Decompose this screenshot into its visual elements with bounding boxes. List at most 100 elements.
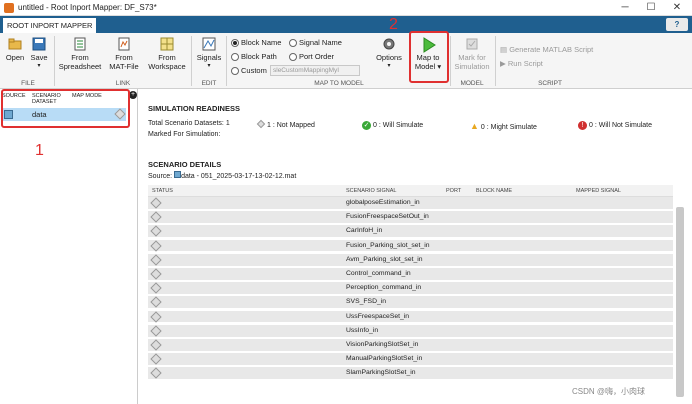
scenario-signal-name: globalposeEstimation_in	[346, 199, 420, 206]
not-mapped-count: 1 : Not Mapped	[256, 119, 315, 129]
details-title: SCENARIO DETAILS	[148, 160, 222, 169]
scenario-signal-name: Fusion_Parking_slot_set_in	[346, 241, 430, 249]
from-workspace-button[interactable]: From Workspace	[145, 37, 189, 71]
gear-icon	[382, 37, 396, 51]
radio-port-order[interactable]: Port Order	[289, 52, 334, 61]
not-mapped-status-icon	[150, 254, 162, 266]
will-simulate-count: ✓ 0 : Will Simulate	[362, 121, 424, 130]
save-dropdown-icon[interactable]: ▾	[28, 62, 50, 71]
scenario-signal-name: VisionParkingSlotSet_in	[346, 341, 419, 348]
from-workspace-label-2: Workspace	[148, 62, 186, 71]
not-mapped-status-icon	[150, 268, 162, 280]
port-order-label: Port Order	[299, 52, 335, 62]
divider	[54, 36, 55, 86]
radio-indicator	[231, 52, 239, 61]
not-mapped-status-icon	[150, 225, 162, 238]
not-mapped-status-icon	[150, 367, 162, 380]
app-icon	[4, 3, 14, 13]
help-icon: ?	[674, 20, 680, 29]
table-row[interactable]: Perception_command_in	[148, 282, 673, 295]
signals-label: Signals	[196, 53, 222, 62]
folder-icon	[8, 37, 22, 51]
scenario-list-panel: SOURCE SCENARIO DATASET MAP MODE + data	[0, 89, 138, 404]
readiness-title: SIMULATION READINESS	[148, 104, 240, 113]
table-row[interactable]: UssInfo_in	[148, 324, 673, 338]
open-button[interactable]: Open	[4, 37, 26, 62]
radio-block-name[interactable]: Block Name	[231, 38, 281, 47]
annotation-box-map-to-model	[409, 31, 449, 83]
annotation-number-1: 1	[35, 142, 44, 159]
scenario-signal-name: CarInfoH_in	[346, 227, 383, 235]
table-row[interactable]: SlamParkingSlotSet_in	[148, 367, 673, 381]
table-scrollbar[interactable]	[676, 207, 684, 397]
from-mat-file-button[interactable]: From MAT-File	[105, 37, 143, 71]
toolstrip: Open Save ▾ FILE From Spreadsheet From M…	[0, 33, 692, 89]
total-datasets: Total Scenario Datasets: 1	[148, 120, 230, 127]
scenario-signal-name: ManualParkingSlotSet_in	[346, 355, 423, 363]
open-label: Open	[5, 53, 25, 62]
window-title: untitled - Root Inport Mapper: DF_S73*	[18, 3, 157, 12]
scenario-signal-name: FusionFreespaceSetOut_in	[346, 213, 429, 221]
workspace-icon	[160, 37, 174, 51]
divider	[495, 36, 496, 86]
table-row[interactable]: SVS_FSD_in	[148, 296, 673, 310]
table-row[interactable]: UssFreespaceSet_in	[148, 310, 673, 324]
script-icon: ▤	[500, 45, 508, 54]
mark-label-2: Simulation	[454, 62, 490, 71]
minimize-button[interactable]: ─	[612, 1, 638, 15]
run-icon: ▶	[500, 59, 506, 68]
radio-indicator	[231, 66, 239, 75]
not-mapped-status-icon	[150, 197, 162, 209]
table-row[interactable]: CarInfoH_in	[148, 225, 673, 239]
maximize-button[interactable]: ☐	[638, 1, 664, 15]
table-row[interactable]: FusionFreespaceSetOut_in	[148, 211, 673, 224]
from-spreadsheet-label-1: From	[71, 53, 89, 62]
table-row[interactable]: Avm_Parking_slot_set_in	[148, 253, 673, 267]
options-label: Options	[376, 53, 402, 62]
custom-mapping-field[interactable]: sleCustomMappingMyI	[270, 65, 360, 76]
warning-icon: ▲	[470, 121, 479, 131]
source-line: Source: data - 051_2025-03-17-13-02-12.m…	[148, 171, 297, 180]
close-button[interactable]: ✕	[664, 1, 690, 15]
scenario-signal-name: UssInfo_in	[346, 326, 379, 334]
signals-dropdown-icon[interactable]: ▾	[194, 62, 224, 71]
scenario-signal-name: Control_command_in	[346, 270, 411, 277]
help-button[interactable]: ?	[666, 18, 688, 31]
radio-custom[interactable]: Custom	[231, 66, 267, 75]
not-mapped-status-icon	[150, 325, 162, 337]
divider	[191, 36, 192, 86]
scenario-signal-name: SlamParkingSlotSet_in	[346, 369, 416, 377]
radio-signal-name[interactable]: Signal Name	[289, 38, 342, 47]
table-row[interactable]: Fusion_Parking_slot_set_in	[148, 239, 673, 253]
save-label: Save	[30, 53, 48, 62]
divider	[450, 36, 451, 86]
tab-root-inport-mapper[interactable]: ROOT INPORT MAPPER	[2, 17, 98, 33]
scenario-signal-name: SVS_FSD_in	[346, 298, 387, 306]
tab-strip: ROOT INPORT MAPPER ?	[0, 16, 692, 33]
options-dropdown-icon[interactable]: ▾	[372, 62, 406, 71]
link-section-label: LINK	[115, 80, 131, 87]
from-mat-file-label-1: From	[115, 53, 133, 62]
from-spreadsheet-button[interactable]: From Spreadsheet	[57, 37, 103, 71]
from-workspace-label-1: From	[158, 53, 176, 62]
from-spreadsheet-label-2: Spreadsheet	[58, 62, 102, 71]
not-mapped-status-icon	[150, 339, 162, 351]
radio-indicator	[289, 52, 297, 61]
table-row[interactable]: Control_command_in	[148, 268, 673, 281]
check-icon: ✓	[362, 121, 371, 130]
add-icon[interactable]: +	[129, 91, 137, 99]
save-button[interactable]: Save ▾	[28, 37, 50, 71]
table-row[interactable]: ManualParkingSlotSet_in	[148, 353, 673, 366]
generate-script-button[interactable]: ▤ Generate MATLAB Script	[500, 45, 593, 54]
mark-for-simulation-button[interactable]: Mark for Simulation	[452, 37, 492, 71]
table-row[interactable]: VisionParkingSlotSet_in	[148, 339, 673, 352]
scenario-signal-name: Avm_Parking_slot_set_in	[346, 255, 423, 263]
custom-label: Custom	[241, 66, 267, 76]
model-section-label: MODEL	[460, 80, 484, 87]
signals-button[interactable]: Signals ▾	[194, 37, 224, 71]
table-row[interactable]: globalposeEstimation_in	[148, 197, 673, 210]
col-block-name: BLOCK NAME	[476, 188, 513, 194]
run-script-button[interactable]: ▶ Run Script	[500, 59, 543, 68]
options-button[interactable]: Options ▾	[372, 37, 406, 71]
radio-block-path[interactable]: Block Path	[231, 52, 277, 61]
